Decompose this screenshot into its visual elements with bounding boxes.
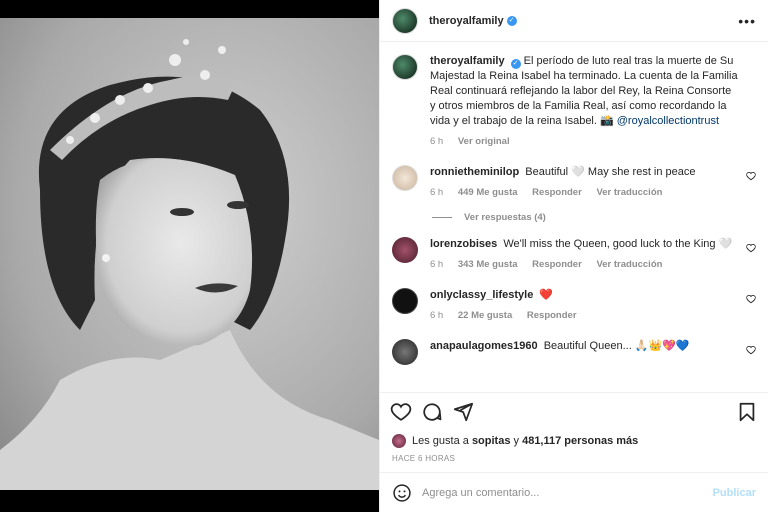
comment-bubble-icon[interactable] <box>421 401 443 423</box>
emoji-icon[interactable] <box>392 483 412 503</box>
verified-badge-icon: ✓ <box>510 59 521 69</box>
caption-time[interactable]: 6 h <box>430 136 443 147</box>
comment-time[interactable]: 6 h <box>430 259 443 270</box>
comment-time[interactable]: 6 h <box>430 187 443 198</box>
likes-middle: y <box>513 435 520 447</box>
comment-item: onlyclassy_lifestyle ❤️ 6 h 22 Me gusta … <box>392 288 756 323</box>
see-original-button[interactable]: Ver original <box>458 136 510 147</box>
post-time-ago[interactable]: HACE 6 HORAS <box>380 450 768 472</box>
instagram-post-modal: theroyalfamily ✓ ••• theroyalfamily ✓ El … <box>0 0 768 512</box>
like-comment-heart-icon[interactable] <box>746 345 756 355</box>
post-details-pane: theroyalfamily ✓ ••• theroyalfamily ✓ El … <box>379 0 768 512</box>
like-comment-heart-icon[interactable] <box>746 243 756 253</box>
more-options-icon[interactable]: ••• <box>738 13 756 29</box>
comment-time[interactable]: 6 h <box>430 310 443 321</box>
comment-username[interactable]: anapaulagomes1960 <box>430 340 538 352</box>
comment-username[interactable]: ronnietheminilop <box>430 166 519 178</box>
publish-button[interactable]: Publicar <box>713 487 756 499</box>
like-comment-heart-icon[interactable] <box>746 171 756 181</box>
reply-button[interactable]: Responder <box>532 187 582 198</box>
replies-divider <box>432 217 452 218</box>
comment-input[interactable] <box>422 486 713 499</box>
translate-button[interactable]: Ver traducción <box>596 187 662 198</box>
liker-username[interactable]: sopitas <box>472 435 511 447</box>
comment-item: lorenzobises We'll miss the Queen, good … <box>392 237 756 272</box>
comment-text: ❤️ <box>539 289 554 301</box>
comment-avatar[interactable] <box>392 288 418 314</box>
caption-username[interactable]: theroyalfamily <box>430 55 505 67</box>
comment-avatar[interactable] <box>392 237 418 263</box>
likes-summary: Les gusta a sopitas y 481,117 personas m… <box>380 430 768 450</box>
comment-item: anapaulagomes1960 Beautiful Queen... 🙏🏻👑… <box>392 339 756 365</box>
post-header: theroyalfamily ✓ ••• <box>380 0 768 42</box>
author-username[interactable]: theroyalfamily <box>429 15 504 27</box>
reply-button[interactable]: Responder <box>527 310 577 321</box>
comment-text: We'll miss the Queen, good luck to the K… <box>503 238 733 250</box>
post-photo[interactable] <box>0 0 379 512</box>
view-replies-button[interactable]: Ver respuestas (4) <box>432 212 756 223</box>
liker-avatar[interactable] <box>392 434 406 448</box>
comment-item: ronnietheminilop Beautiful 🤍 May she res… <box>392 165 756 200</box>
like-heart-icon[interactable] <box>390 401 412 423</box>
save-bookmark-icon[interactable] <box>736 401 758 423</box>
comment-avatar[interactable] <box>392 339 418 365</box>
reply-button[interactable]: Responder <box>532 259 582 270</box>
author-avatar[interactable] <box>392 7 418 34</box>
view-replies-label: Ver respuestas (4) <box>464 212 546 223</box>
post-actions-bar <box>380 392 768 430</box>
portrait-image <box>0 0 379 512</box>
likes-prefix: Les gusta a <box>412 435 469 447</box>
comment-text: Beautiful 🤍 May she rest in peace <box>525 166 696 178</box>
comment-username[interactable]: lorenzobises <box>430 238 497 250</box>
comment-text: Beautiful Queen... 🙏🏻👑💖💙 <box>543 340 690 352</box>
comment-username[interactable]: onlyclassy_lifestyle <box>430 289 533 301</box>
comment-likes[interactable]: 22 Me gusta <box>458 310 512 321</box>
likes-count-link[interactable]: 481,117 personas más <box>522 435 638 447</box>
caption-mention-link[interactable]: @royalcollectiontrust <box>617 115 719 127</box>
comments-list: theroyalfamily ✓ El período de luto real … <box>380 42 768 392</box>
add-comment-bar: Publicar <box>380 472 768 512</box>
comment-likes[interactable]: 449 Me gusta <box>458 187 518 198</box>
caption: theroyalfamily ✓ El período de luto real … <box>392 54 756 149</box>
caption-avatar[interactable] <box>392 54 418 80</box>
verified-badge-icon: ✓ <box>506 15 517 26</box>
translate-button[interactable]: Ver traducción <box>596 259 662 270</box>
comment-avatar[interactable] <box>392 165 418 191</box>
like-comment-heart-icon[interactable] <box>746 294 756 304</box>
comment-likes[interactable]: 343 Me gusta <box>458 259 518 270</box>
share-send-icon[interactable] <box>452 401 474 423</box>
